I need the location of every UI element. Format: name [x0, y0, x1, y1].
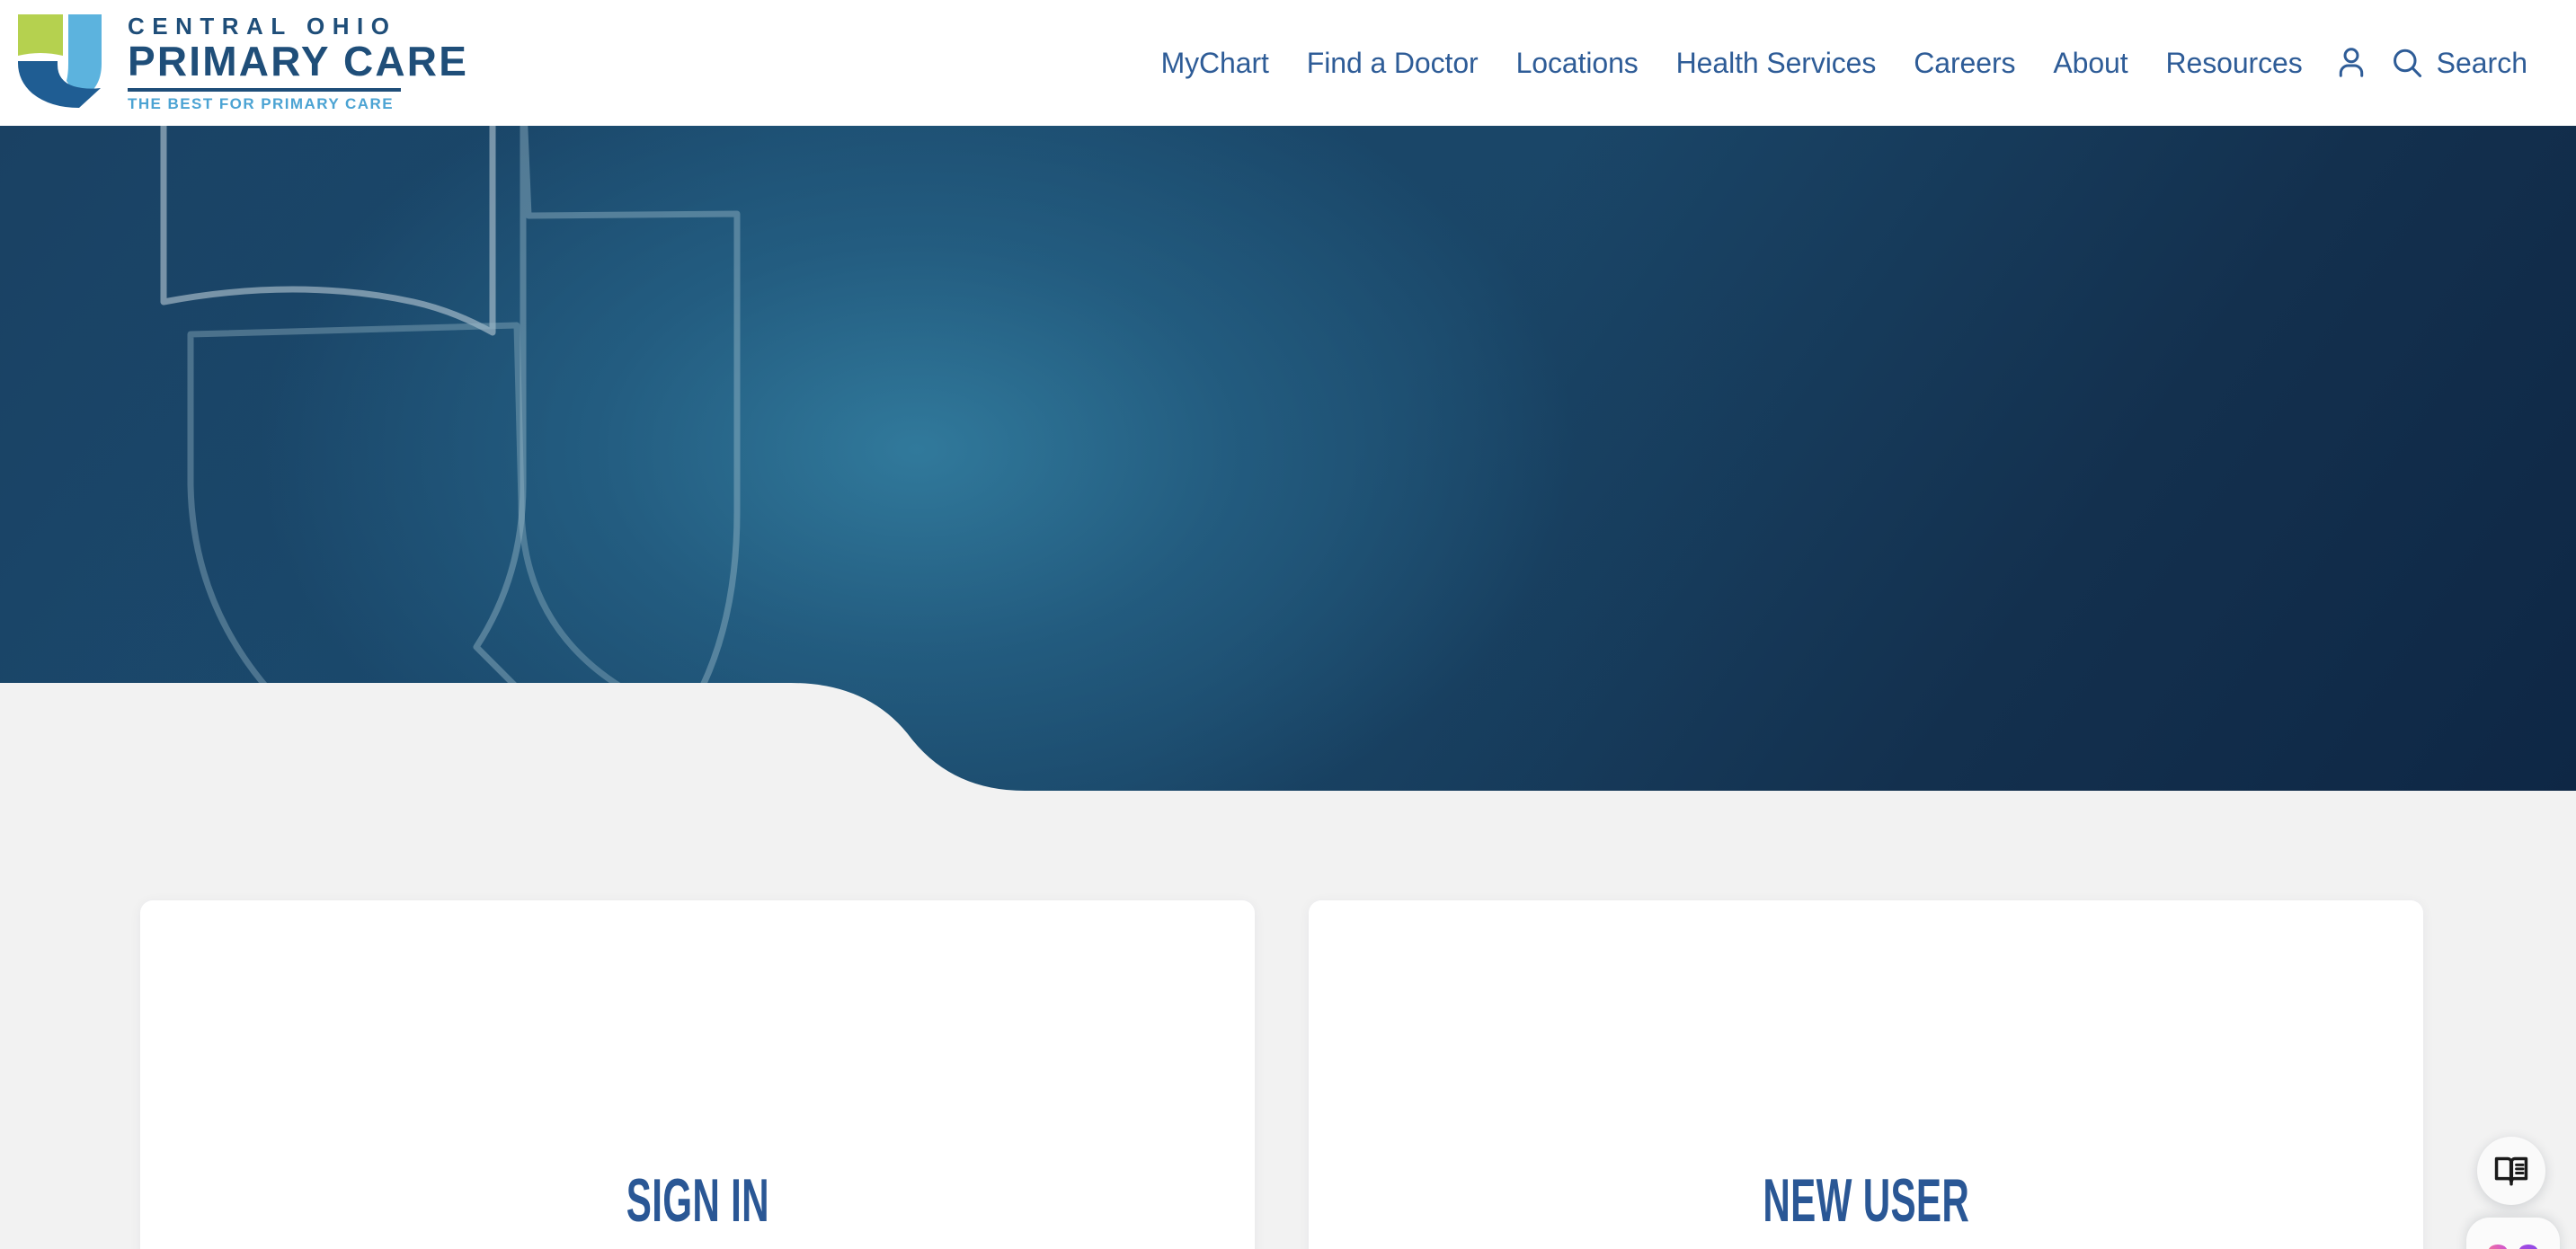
card-new-user-title: NEW USER [1763, 1166, 1969, 1235]
search-button-label: Search [2436, 47, 2527, 79]
hero-bottom-curve [0, 683, 2576, 791]
primary-navigation: MyChart Find a Doctor Locations Health S… [1142, 0, 2535, 126]
cope-shield-logo-icon [18, 14, 102, 108]
account-button[interactable] [2322, 38, 2381, 88]
nav-item-resources[interactable]: Resources [2147, 40, 2322, 86]
user-account-icon [2339, 48, 2363, 77]
ai-assistant-widget-button[interactable] [2466, 1218, 2560, 1249]
logo-tagline: THE BEST FOR PRIMARY CARE [128, 94, 394, 112]
logo-home-link[interactable]: CENTRAL OHIO PRIMARY CARE THE BEST FOR P… [14, 7, 468, 113]
hero-banner [0, 126, 2576, 791]
nav-item-locations[interactable]: Locations [1497, 40, 1657, 86]
logo-line-top: CENTRAL OHIO [128, 13, 397, 40]
account-options-section: SIGN IN NEW USER [140, 900, 2423, 1249]
nav-item-health-services[interactable]: Health Services [1657, 40, 1896, 86]
page-root: CENTRAL OHIO PRIMARY CARE THE BEST FOR P… [0, 0, 2576, 1249]
logo-divider-rule [128, 87, 401, 92]
nav-item-about[interactable]: About [2034, 40, 2146, 86]
logo-wordmark: CENTRAL OHIO PRIMARY CARE THE BEST FOR P… [128, 7, 468, 112]
logo-line-main: PRIMARY CARE [128, 38, 469, 85]
open-book-reader-icon [2494, 1156, 2528, 1186]
card-new-user[interactable]: NEW USER [1309, 900, 2423, 1249]
search-button[interactable]: Search [2381, 39, 2535, 87]
card-sign-in[interactable]: SIGN IN [140, 900, 1255, 1249]
nav-item-careers[interactable]: Careers [1895, 40, 2034, 86]
nav-item-find-a-doctor[interactable]: Find a Doctor [1288, 40, 1497, 86]
site-header: CENTRAL OHIO PRIMARY CARE THE BEST FOR P… [0, 0, 2576, 126]
search-icon [2393, 49, 2421, 77]
card-sign-in-title: SIGN IN [626, 1166, 769, 1235]
reader-mode-widget-button[interactable] [2477, 1137, 2545, 1205]
ai-assistant-gradient-icon [2489, 1245, 2537, 1249]
nav-item-mychart[interactable]: MyChart [1142, 40, 1288, 86]
